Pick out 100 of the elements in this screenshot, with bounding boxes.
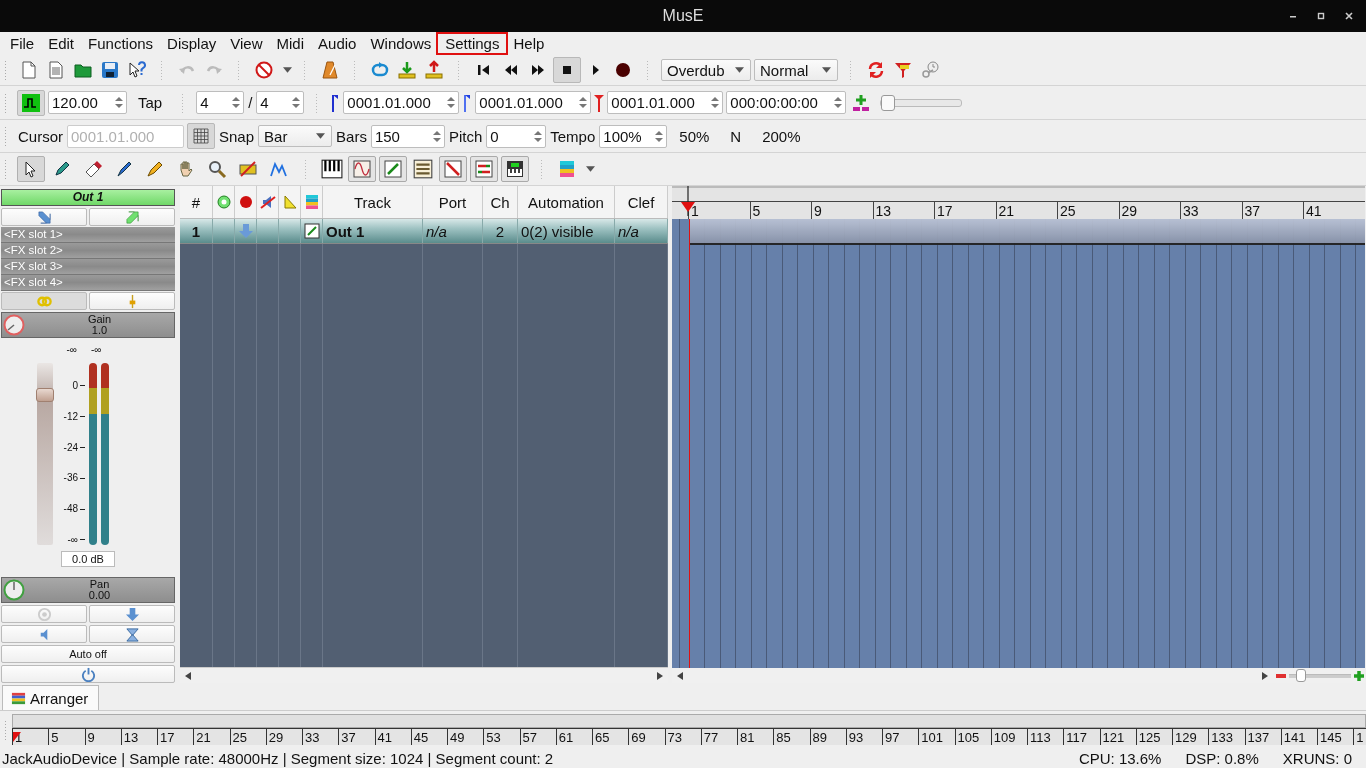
column-header[interactable]: Automation: [518, 186, 615, 218]
window-title: MusE: [662, 7, 704, 25]
grid-button[interactable]: [187, 123, 215, 149]
bar-number: 93: [845, 729, 882, 745]
time-spinbox[interactable]: 000:00:00:00: [726, 91, 847, 114]
piano-keys-icon[interactable]: [319, 158, 345, 180]
bar-number: 89: [809, 729, 846, 745]
menu-item[interactable]: View: [223, 34, 270, 53]
bar-number: 117: [1063, 729, 1100, 745]
bar-number: 141: [1280, 729, 1317, 745]
scroll-left-icon[interactable]: [677, 671, 683, 680]
scroll-left-icon[interactable]: [185, 671, 191, 680]
zoom-in-icon[interactable]: [1352, 669, 1365, 682]
position-spinbox[interactable]: 0001.01.000: [607, 91, 724, 114]
bar-number: 49: [447, 729, 484, 745]
dsp-usage: DSP: 0.8%: [1185, 749, 1259, 767]
menu-item[interactable]: Edit: [41, 34, 82, 53]
menu-item[interactable]: Audio: [311, 34, 364, 53]
bar-number: 5: [48, 729, 85, 745]
input-routing-button[interactable]: [1, 208, 87, 226]
port-cell: n/a: [423, 219, 483, 243]
record-arm-button[interactable]: [89, 605, 175, 623]
pan-knob-icon[interactable]: [3, 579, 25, 602]
playhead-marker-icon[interactable]: [680, 186, 696, 216]
master-track-button[interactable]: [17, 89, 45, 116]
automation-button[interactable]: Auto off: [1, 645, 175, 663]
scale-label: -∞: [67, 534, 78, 545]
bar-number: 25: [229, 729, 266, 745]
solo-button[interactable]: [89, 625, 175, 643]
punch-out-icon[interactable]: [422, 60, 446, 80]
tempo-spinbox[interactable]: 120.00: [48, 91, 127, 114]
scale-label: -48: [63, 504, 78, 515]
pan-knob-panel[interactable]: Pan 0.00: [1, 577, 175, 603]
scroll-right-icon[interactable]: [657, 671, 663, 680]
signature-numerator-spinbox[interactable]: 4: [196, 91, 245, 114]
bars-spinbox[interactable]: 150: [370, 124, 445, 148]
pencil-icon[interactable]: [303, 223, 320, 239]
column-header[interactable]: Clef: [615, 186, 668, 218]
maximize-icon[interactable]: [1316, 11, 1326, 21]
strip-name-label[interactable]: Out 1: [1, 189, 175, 206]
wave-editor-button[interactable]: [348, 156, 376, 182]
tap-label[interactable]: Tap: [130, 94, 171, 111]
audio-device-status: JackAudioDevice | Sample rate: 48000Hz | Segment size: 1024 | Segment count: 2: [2, 749, 554, 767]
arranger-tab[interactable]: Arranger: [2, 685, 100, 710]
stop-button[interactable]: [553, 57, 581, 83]
edit-tool[interactable]: [17, 156, 45, 182]
peak-readout: -∞: [66, 343, 77, 357]
snap-label: Snap: [218, 127, 256, 145]
caret-icon[interactable]: [283, 67, 292, 73]
right-locator-spinbox[interactable]: 0001.01.000: [475, 91, 592, 114]
volume-readout[interactable]: 0.0 dB: [61, 550, 115, 567]
menu-item[interactable]: Midi: [269, 34, 312, 53]
position-marker-icon: [594, 92, 605, 113]
menu-item[interactable]: Settings: [438, 34, 507, 53]
fader-handle[interactable]: [36, 388, 54, 403]
drum-editor-button[interactable]: [439, 156, 467, 182]
pitch-spinbox[interactable]: 0: [486, 124, 547, 148]
triangle-icon[interactable]: [281, 194, 298, 210]
clef-cell: n/a: [615, 219, 668, 243]
punch-in-icon[interactable]: [395, 60, 419, 80]
tempo-percent-spinbox[interactable]: 100%: [599, 124, 668, 148]
track-name-cell: Out 1: [323, 219, 423, 243]
cursor-label: Cursor: [17, 127, 64, 145]
left-marker-icon: [330, 92, 341, 113]
color-stack-icon[interactable]: [303, 194, 320, 210]
scale-label: -24: [63, 442, 78, 453]
mute-speaker-icon: [236, 159, 260, 179]
arrow-down-icon: [124, 606, 140, 622]
bar-number: 37: [338, 729, 375, 745]
menu-item[interactable]: File: [3, 34, 42, 53]
bar-number: 61: [555, 729, 592, 745]
caret-icon[interactable]: [586, 166, 595, 172]
left-locator-spinbox[interactable]: 0001.01.000: [343, 91, 460, 114]
muted-speaker-icon[interactable]: [259, 194, 276, 210]
ring-icon: [36, 606, 52, 622]
snap-dropdown[interactable]: Bar: [258, 125, 333, 147]
gain-knob-panel[interactable]: Gain 1.0: [1, 312, 175, 338]
menu-item[interactable]: Functions: [81, 34, 161, 53]
track-row[interactable]: 1 Out 1 n/a 2 0(2) visible n/a: [180, 219, 668, 244]
menu-item[interactable]: Help: [506, 34, 552, 53]
close-icon[interactable]: [1344, 11, 1354, 21]
record-dot-icon[interactable]: [237, 194, 254, 210]
synth-button[interactable]: [501, 156, 529, 182]
menu-item[interactable]: Windows: [363, 34, 439, 53]
column-header[interactable]: Track: [323, 186, 423, 218]
cycle-mode-dropdown[interactable]: Normal: [754, 59, 838, 81]
menu-item[interactable]: Display: [160, 34, 224, 53]
scale-label: 0: [72, 380, 78, 391]
column-header[interactable]: Port: [423, 186, 483, 218]
bar-number: 57: [519, 729, 556, 745]
column-header[interactable]: Ch: [483, 186, 518, 218]
record-mode-dropdown[interactable]: Overdub: [661, 59, 751, 81]
monitor-ring-icon[interactable]: [215, 194, 232, 210]
scroll-right-icon[interactable]: [1261, 671, 1268, 680]
mixer-button[interactable]: [470, 156, 498, 182]
column-header[interactable]: #: [180, 186, 213, 218]
score-editor-button[interactable]: [379, 156, 407, 182]
power-icon: [80, 666, 96, 682]
gain-knob-icon[interactable]: [3, 313, 25, 336]
signature-denominator-spinbox[interactable]: 4: [256, 91, 305, 114]
